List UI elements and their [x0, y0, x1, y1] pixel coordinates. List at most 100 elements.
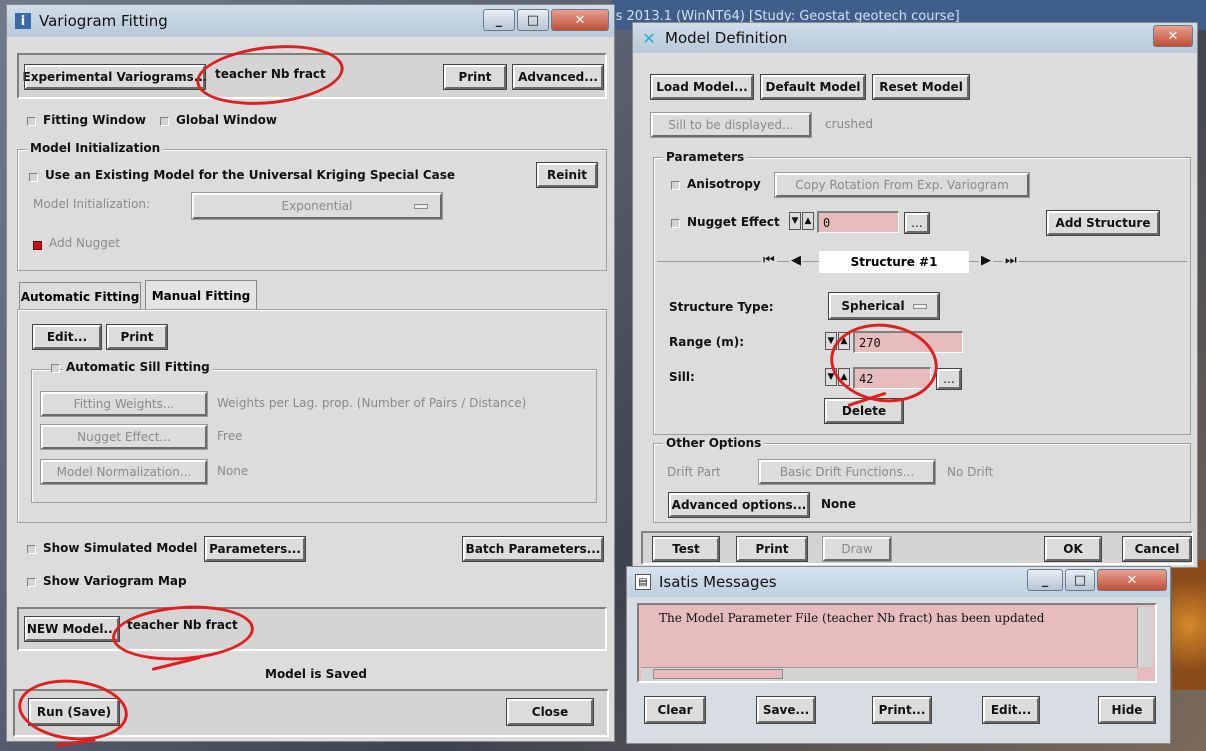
clear-button[interactable]: Clear — [644, 696, 706, 724]
minimize-button[interactable]: _ — [483, 9, 515, 31]
sill-displayed-value: crushed — [825, 117, 873, 131]
close-button[interactable]: Close — [506, 698, 594, 726]
nugget-effect-checkbox[interactable] — [671, 219, 680, 228]
nugget-effect-value: Free — [217, 429, 243, 443]
print-button[interactable]: Print — [443, 64, 507, 90]
nugget-effect-button[interactable]: Nugget Effect... — [40, 424, 208, 450]
vf-title: Variogram Fitting — [39, 12, 168, 30]
cancel-button[interactable]: Cancel — [1122, 536, 1192, 562]
model-init-dropdown[interactable]: Exponential — [191, 192, 443, 220]
range-value-field[interactable]: 270 — [853, 331, 963, 353]
draw-button[interactable]: Draw — [822, 536, 892, 562]
range-increase-icon[interactable]: ▲ — [838, 332, 850, 350]
horizontal-scrollbar[interactable] — [641, 667, 1137, 681]
structure-type-dropdown[interactable]: Spherical — [828, 292, 940, 320]
sill-displayed-button[interactable]: Sill to be displayed... — [650, 112, 812, 138]
msg-print-button[interactable]: Print... — [872, 696, 932, 724]
new-model-value: teacher Nb fract — [127, 618, 238, 632]
isatis-messages-window: ▤ Isatis Messages _ □ ✕ The Model Parame… — [626, 566, 1171, 744]
auto-sill-checkbox[interactable] — [51, 364, 60, 373]
edit-button[interactable]: Edit... — [32, 324, 102, 350]
background-decoration — [1172, 560, 1206, 690]
delete-button[interactable]: Delete — [824, 398, 904, 424]
show-variogram-map-label: Show Variogram Map — [43, 574, 187, 588]
model-normalization-button[interactable]: Model Normalization... — [40, 459, 208, 485]
maximize-button[interactable]: □ — [517, 9, 549, 31]
msg-maximize-button[interactable]: □ — [1065, 569, 1095, 591]
fitting-window-checkbox[interactable] — [27, 117, 36, 126]
md-titlebar[interactable]: ✕ Model Definition — [633, 23, 1197, 53]
msg-edit-button[interactable]: Edit... — [982, 696, 1040, 724]
model-init-label: Model Initialization: — [33, 197, 151, 211]
show-simulated-checkbox[interactable] — [27, 545, 36, 554]
md-title: Model Definition — [665, 29, 788, 47]
hide-button[interactable]: Hide — [1098, 696, 1156, 724]
new-model-button[interactable]: NEW Model... — [24, 616, 120, 642]
msg-minimize-button[interactable]: _ — [1027, 569, 1063, 591]
anisotropy-checkbox[interactable] — [671, 181, 680, 190]
run-save-button[interactable]: Run (Save) — [28, 698, 120, 726]
isatis-app-icon: ▤ — [635, 574, 651, 590]
vertical-scrollbar[interactable] — [1137, 607, 1153, 667]
basic-drift-functions-button[interactable]: Basic Drift Functions... — [758, 459, 936, 485]
tab-manual-fitting[interactable]: Manual Fitting — [145, 280, 257, 310]
drift-value: No Drift — [947, 465, 994, 479]
first-structure-icon[interactable]: ⏮ — [761, 253, 777, 268]
sill-decrease-icon[interactable]: ▼ — [825, 368, 837, 386]
msg-save-button[interactable]: Save... — [756, 696, 816, 724]
next-structure-icon[interactable]: ▶ — [979, 253, 993, 268]
md-close-window-button[interactable]: ✕ — [1153, 25, 1193, 47]
dropdown-bar-icon — [414, 204, 428, 209]
print-button-manual[interactable]: Print — [106, 324, 168, 350]
advanced-button[interactable]: Advanced... — [512, 64, 604, 90]
load-model-button[interactable]: Load Model... — [650, 74, 754, 100]
last-structure-icon[interactable]: ⏭ — [1003, 253, 1019, 268]
add-nugget-checkbox[interactable] — [33, 241, 42, 250]
nugget-increase-icon[interactable]: ▲ — [802, 212, 814, 230]
msg-close-window-button[interactable]: ✕ — [1097, 569, 1167, 591]
tab-automatic-fitting[interactable]: Automatic Fitting — [19, 282, 141, 310]
use-existing-model-label: Use an Existing Model for the Universal … — [45, 168, 456, 182]
range-decrease-icon[interactable]: ▼ — [825, 332, 837, 350]
prev-structure-icon[interactable]: ◀ — [789, 253, 803, 268]
nugget-decrease-icon[interactable]: ▼ — [789, 212, 801, 230]
sill-increase-icon[interactable]: ▲ — [838, 368, 850, 386]
nugget-value-field[interactable]: 0 — [817, 211, 899, 233]
nugget-ellipsis-button[interactable]: ... — [904, 212, 930, 234]
parameters-button[interactable]: Parameters... — [204, 536, 306, 562]
add-nugget-label: Add Nugget — [49, 236, 120, 250]
range-label: Range (m): — [669, 335, 745, 349]
fitting-weights-button[interactable]: Fitting Weights... — [40, 391, 208, 417]
exp-variogram-value: teacher Nb fract — [215, 67, 326, 81]
horizontal-scroll-thumb[interactable] — [653, 669, 783, 679]
experimental-variograms-button[interactable]: Experimental Variograms... — [23, 64, 207, 90]
global-window-label: Global Window — [176, 113, 277, 127]
model-init-value: Exponential — [281, 199, 353, 213]
advanced-options-button[interactable]: Advanced options... — [668, 492, 810, 518]
sill-ellipsis-button[interactable]: ... — [936, 368, 962, 390]
reinit-button[interactable]: Reinit — [536, 162, 598, 188]
anisotropy-label: Anisotropy — [687, 177, 761, 191]
close-window-button[interactable]: ✕ — [551, 9, 609, 31]
use-existing-model-checkbox[interactable] — [29, 173, 38, 182]
test-button[interactable]: Test — [652, 536, 720, 562]
copy-rotation-button[interactable]: Copy Rotation From Exp. Variogram — [774, 172, 1030, 198]
message-text: The Model Parameter File (teacher Nb fra… — [659, 611, 1045, 625]
reset-model-button[interactable]: Reset Model — [872, 74, 970, 100]
fitting-window-label: Fitting Window — [43, 113, 147, 127]
dropdown-bar-icon — [913, 304, 927, 309]
model-initialization-title: Model Initialization — [27, 141, 164, 155]
structure-type-value: Spherical — [841, 299, 905, 313]
nugget-effect-label: Nugget Effect — [687, 215, 780, 229]
global-window-checkbox[interactable] — [160, 117, 169, 126]
add-structure-button[interactable]: Add Structure — [1046, 210, 1160, 236]
default-model-button[interactable]: Default Model — [760, 74, 866, 100]
sill-value-field[interactable]: 42 — [853, 367, 931, 389]
structure-label: Structure #1 — [819, 251, 969, 273]
model-definition-window: ✕ Model Definition ✕ Load Model... Defau… — [632, 22, 1198, 568]
md-print-button[interactable]: Print — [736, 536, 808, 562]
batch-parameters-button[interactable]: Batch Parameters... — [462, 536, 604, 562]
drift-part-label: Drift Part — [667, 465, 721, 479]
show-variogram-map-checkbox[interactable] — [27, 578, 36, 587]
ok-button[interactable]: OK — [1044, 536, 1102, 562]
